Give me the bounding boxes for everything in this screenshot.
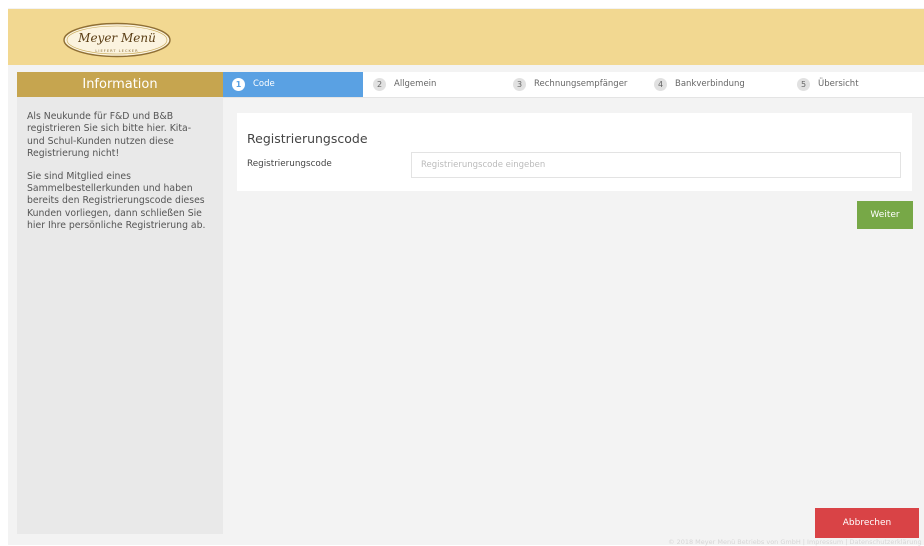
step-allgemein[interactable]: 2 Allgemein <box>373 72 436 97</box>
brand-logo[interactable]: Meyer Menü LIEFERT LECKER <box>62 22 172 58</box>
step-number-badge: 2 <box>373 78 386 91</box>
step-code[interactable]: 1 Code <box>223 72 363 97</box>
step-label: Code <box>253 79 275 89</box>
brand-name: Meyer Menü <box>77 31 156 45</box>
step-rechnungsempfaenger[interactable]: 3 Rechnungsempfänger <box>513 72 627 97</box>
step-number-badge: 4 <box>654 78 667 91</box>
step-number-badge: 3 <box>513 78 526 91</box>
sidebar-paragraph: Als Neukunde für F&D und B&B registriere… <box>27 111 192 160</box>
section-title: Registrierungscode <box>247 131 368 146</box>
cancel-button[interactable]: Abbrechen <box>815 508 919 538</box>
registration-code-input[interactable] <box>411 152 901 178</box>
field-label: Registrierungscode <box>247 159 332 169</box>
step-label: Bankverbindung <box>675 79 745 89</box>
step-uebersicht[interactable]: 5 Übersicht <box>797 72 859 97</box>
sidebar-title: Information <box>17 72 223 97</box>
sidebar-paragraph: Sie sind Mitglied eines Sammelbestellerk… <box>27 170 206 232</box>
step-progress-bar: 1 Code 2 Allgemein 3 Rechnungsempfänger 4 Ba… <box>223 72 924 98</box>
step-label: Rechnungsempfänger <box>534 79 628 89</box>
step-number-badge: 5 <box>797 78 810 91</box>
brand-tagline: LIEFERT LECKER <box>95 49 138 53</box>
step-bankverbindung[interactable]: 4 Bankverbindung <box>654 72 745 97</box>
step-label: Allgemein <box>394 79 437 89</box>
registration-code-card: Registrierungscode Registrierungscode <box>237 113 912 191</box>
step-label: Übersicht <box>818 79 859 89</box>
next-button[interactable]: Weiter <box>857 201 913 229</box>
sidebar-info-panel: Als Neukunde für F&D und B&B registriere… <box>17 97 223 534</box>
step-number-badge: 1 <box>232 78 245 91</box>
